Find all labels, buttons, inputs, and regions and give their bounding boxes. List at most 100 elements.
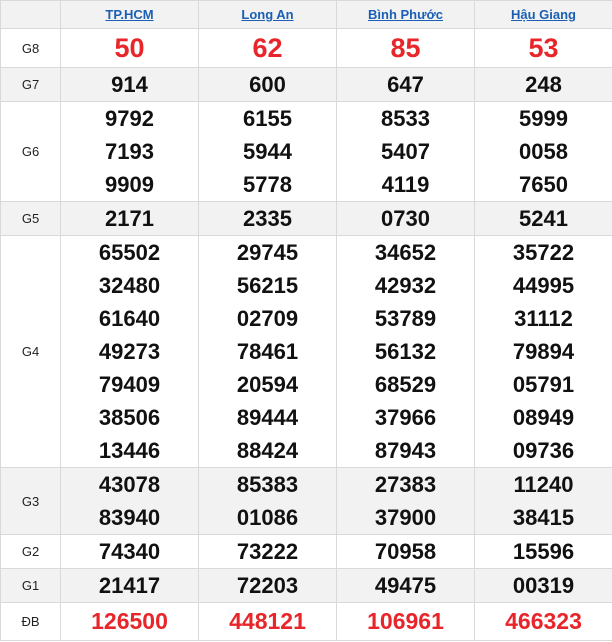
header-row: TP.HCM Long An Bình Phước Hậu Giang <box>0 0 612 29</box>
prize-label: G4 <box>0 235 61 468</box>
result-number: 0730 <box>381 206 430 231</box>
province-header[interactable]: Bình Phước <box>336 0 475 29</box>
result-number: 5944 <box>243 139 292 164</box>
result-cell: 74340 <box>60 534 199 569</box>
result-cell: 29745 56215 02709 78461 20594 89444 88424 <box>198 235 337 468</box>
result-number: 50 <box>114 33 145 63</box>
result-number: 08949 <box>512 405 575 430</box>
result-number: 27383 <box>374 472 437 497</box>
result-number: 35722 <box>512 240 575 265</box>
result-number: 126500 <box>91 608 168 634</box>
result-cell: 600 <box>198 67 337 102</box>
result-number: 37900 <box>374 505 437 530</box>
province-header[interactable]: Long An <box>198 0 337 29</box>
result-number: 68529 <box>374 372 437 397</box>
result-number: 44995 <box>512 273 575 298</box>
result-number: 87943 <box>374 438 437 463</box>
result-number: 13446 <box>98 438 161 463</box>
prize-label: G1 <box>0 568 61 603</box>
result-number: 83940 <box>98 505 161 530</box>
result-number: 4119 <box>381 172 430 197</box>
result-number: 32480 <box>98 273 161 298</box>
result-number: 38415 <box>512 505 575 530</box>
result-cell: 85 <box>336 28 475 68</box>
result-number: 70958 <box>374 539 437 564</box>
result-number: 0058 <box>519 139 568 164</box>
result-number: 9909 <box>105 172 154 197</box>
result-number: 7650 <box>519 172 568 197</box>
result-number: 20594 <box>236 372 299 397</box>
result-cell: 15596 <box>474 534 612 569</box>
result-number: 05791 <box>512 372 575 397</box>
prize-label: G2 <box>0 534 61 569</box>
result-cell: 62 <box>198 28 337 68</box>
result-number: 9792 <box>105 106 154 131</box>
result-number: 01086 <box>236 505 299 530</box>
result-number: 56132 <box>374 339 437 364</box>
results-body: G8 50 62 85 53 G7 914 600 647 248 G6 9792 7193 9909 61… <box>0 28 612 641</box>
result-number: 61640 <box>98 306 161 331</box>
result-cell: 5999 0058 7650 <box>474 101 612 202</box>
result-cell: 11240 38415 <box>474 467 612 535</box>
result-number: 8533 <box>381 106 430 131</box>
result-cell: 65502 32480 61640 49273 79409 38506 13446 <box>60 235 199 468</box>
result-cell: 126500 <box>60 602 199 641</box>
lottery-results-table: TP.HCM Long An Bình Phước Hậu Giang G8 50… <box>0 0 612 641</box>
province-header[interactable]: TP.HCM <box>60 0 199 29</box>
result-cell: 8533 5407 4119 <box>336 101 475 202</box>
result-number: 647 <box>387 72 424 97</box>
result-number: 53789 <box>374 306 437 331</box>
result-number: 448121 <box>229 608 306 634</box>
province-link-long-an[interactable]: Long An <box>241 7 293 22</box>
result-cell: 34652 42932 53789 56132 68529 37966 87943 <box>336 235 475 468</box>
prize-row-3: G5 2171 2335 0730 5241 <box>0 201 612 236</box>
result-number: 2335 <box>243 206 292 231</box>
prize-row-6: G2 74340 73222 70958 15596 <box>0 534 612 569</box>
result-number: 89444 <box>236 405 299 430</box>
result-cell: 70958 <box>336 534 475 569</box>
result-number: 73222 <box>236 539 299 564</box>
result-cell: 9792 7193 9909 <box>60 101 199 202</box>
result-cell: 466323 <box>474 602 612 641</box>
result-number: 88424 <box>236 438 299 463</box>
prize-row-2: G6 9792 7193 9909 6155 5944 5778 8533 5407 4119 59… <box>0 101 612 202</box>
prize-row-0: G8 50 62 85 53 <box>0 28 612 68</box>
result-cell: 00319 <box>474 568 612 603</box>
province-link-hau-giang[interactable]: Hậu Giang <box>511 7 576 22</box>
province-header[interactable]: Hậu Giang <box>474 0 612 29</box>
result-cell: 106961 <box>336 602 475 641</box>
result-number: 85383 <box>236 472 299 497</box>
result-number: 2171 <box>105 206 154 231</box>
result-number: 79894 <box>512 339 575 364</box>
result-number: 21417 <box>98 573 161 598</box>
province-link-binh-phuoc[interactable]: Bình Phước <box>368 7 443 22</box>
result-number: 49273 <box>98 339 161 364</box>
result-cell: 85383 01086 <box>198 467 337 535</box>
result-number: 29745 <box>236 240 299 265</box>
result-cell: 0730 <box>336 201 475 236</box>
prize-label: G5 <box>0 201 61 236</box>
result-cell: 914 <box>60 67 199 102</box>
result-number: 5999 <box>519 106 568 131</box>
result-number: 37966 <box>374 405 437 430</box>
prize-row-8: ĐB 126500 448121 106961 466323 <box>0 602 612 641</box>
province-link-tphcm[interactable]: TP.HCM <box>105 7 153 22</box>
prize-label: G8 <box>0 28 61 68</box>
result-cell: 448121 <box>198 602 337 641</box>
result-number: 248 <box>525 72 562 97</box>
result-number: 7193 <box>105 139 154 164</box>
result-cell: 73222 <box>198 534 337 569</box>
result-cell: 50 <box>60 28 199 68</box>
result-number: 5407 <box>381 139 430 164</box>
result-cell: 35722 44995 31112 79894 05791 08949 09736 <box>474 235 612 468</box>
result-number: 53 <box>528 33 559 63</box>
result-number: 34652 <box>374 240 437 265</box>
result-number: 600 <box>249 72 286 97</box>
result-cell: 6155 5944 5778 <box>198 101 337 202</box>
result-number: 914 <box>111 72 148 97</box>
prize-label: ĐB <box>0 602 61 641</box>
result-number: 02709 <box>236 306 299 331</box>
result-number: 106961 <box>367 608 444 634</box>
result-number: 11240 <box>513 472 574 497</box>
result-number: 6155 <box>243 106 292 131</box>
